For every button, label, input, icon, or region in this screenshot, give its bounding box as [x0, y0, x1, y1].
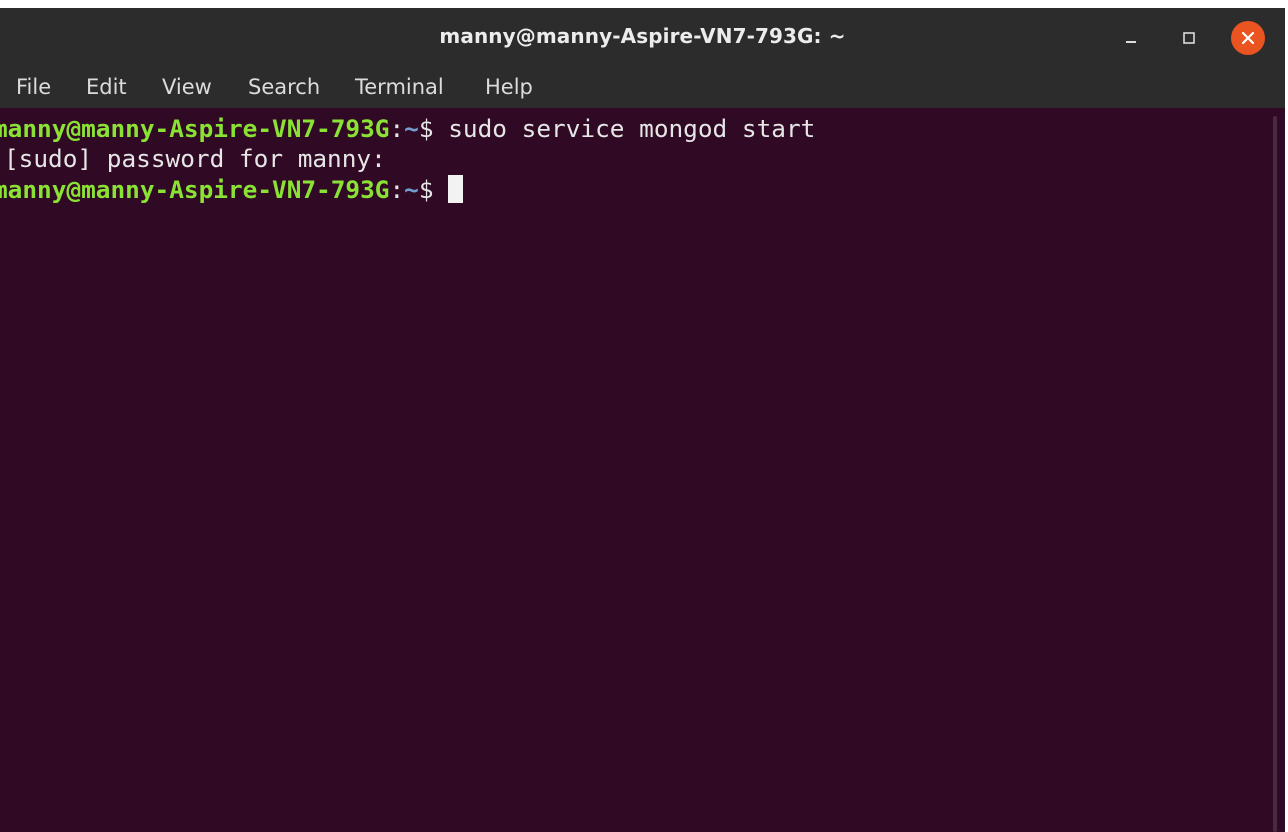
command-text: sudo service mongod start [448, 114, 816, 143]
minimize-button[interactable] [1114, 21, 1148, 55]
maximize-button[interactable] [1172, 21, 1206, 55]
menu-file[interactable]: File [14, 74, 53, 100]
prompt-separator: : [389, 175, 405, 204]
window-title: manny@manny-Aspire-VN7-793G: ~ [439, 24, 846, 48]
text-cursor [448, 175, 464, 203]
prompt-separator: : [389, 114, 405, 143]
title-bar[interactable]: manny@manny-Aspire-VN7-793G: ~ [0, 8, 1285, 64]
terminal-window: manny@manny-Aspire-VN7-793G: ~ File Edit… [0, 8, 1285, 832]
terminal-line: manny@manny-Aspire-VN7-793G:~$ sudo serv… [0, 113, 815, 144]
terminal-line: manny@manny-Aspire-VN7-793G:~$ [0, 174, 464, 205]
terminal-line: [sudo] password for manny: [4, 143, 386, 174]
prompt-path: ~ [404, 175, 419, 204]
menu-bar: File Edit View Search Terminal Help [0, 64, 1285, 108]
close-button[interactable] [1231, 21, 1265, 55]
prompt-user-host: manny@manny-Aspire-VN7-793G [0, 114, 390, 143]
menu-terminal[interactable]: Terminal [353, 74, 446, 100]
terminal-output-area[interactable]: manny@manny-Aspire-VN7-793G:~$ sudo serv… [0, 108, 1285, 832]
prompt-path: ~ [404, 114, 419, 143]
menu-search[interactable]: Search [246, 74, 322, 100]
prompt-symbol: $ [418, 114, 449, 143]
maximize-icon [1183, 32, 1195, 44]
output-text: [sudo] password for manny: [4, 144, 386, 173]
prompt-user-host: manny@manny-Aspire-VN7-793G [0, 175, 390, 204]
menu-help[interactable]: Help [483, 74, 535, 100]
prompt-symbol: $ [418, 175, 449, 204]
menu-edit[interactable]: Edit [84, 74, 129, 100]
minimize-icon [1126, 41, 1136, 43]
scrollbar[interactable] [1273, 116, 1277, 832]
menu-view[interactable]: View [160, 74, 214, 100]
close-icon [1241, 31, 1255, 45]
